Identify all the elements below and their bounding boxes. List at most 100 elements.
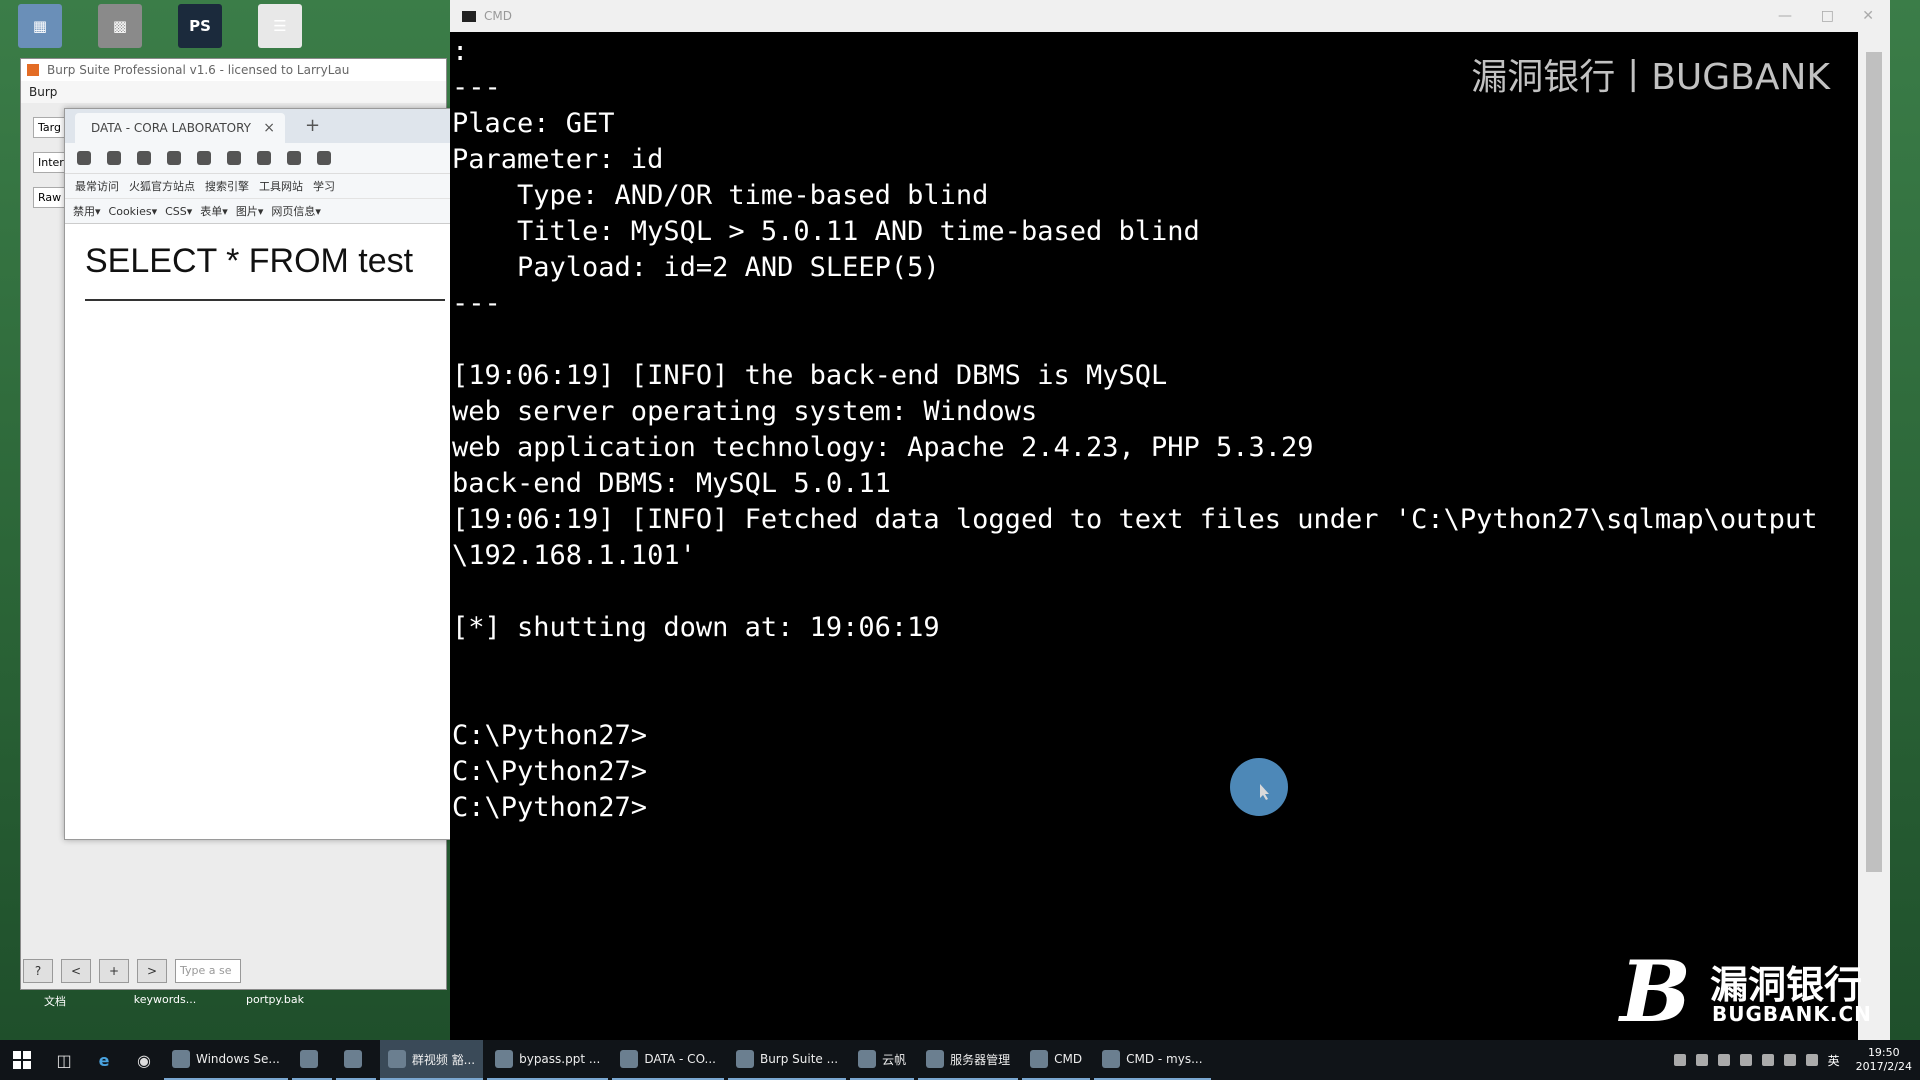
taskbar-item-label: 服务器管理 xyxy=(950,1052,1011,1067)
desktop: ▦ ▩ PS ☰ 文档 keywords... portpy.bak Burp Suite… xyxy=(0,0,1920,1040)
console-line: Payload: id=2 AND SLEEP(5) xyxy=(452,252,940,283)
taskbar-item-label: 群视频 豁... xyxy=(411,1052,476,1067)
cmd-output[interactable]: : --- Place: GET Parameter: id Type: AND/OR… xyxy=(452,34,1856,1040)
sidebar-icon[interactable] xyxy=(77,151,91,165)
cmd-scrollbar[interactable] xyxy=(1858,32,1890,1040)
recycle-icon[interactable]: ▩ xyxy=(98,4,142,48)
bookmark-item[interactable]: 搜索引擎 xyxy=(205,178,249,194)
burp-menu-bar[interactable]: Burp xyxy=(21,81,446,103)
taskbar-item[interactable]: bypass.ppt ... xyxy=(487,1040,609,1080)
scrollbar-thumb[interactable] xyxy=(1866,52,1882,872)
start-button[interactable] xyxy=(0,1040,44,1080)
hackbar-menu[interactable]: 图片▾ xyxy=(236,203,264,219)
console-line: [*] shutting down at: 19:06:19 xyxy=(452,612,940,643)
close-tab-icon[interactable]: × xyxy=(263,113,275,143)
help-button[interactable]: ? xyxy=(23,959,53,983)
desktop-shortcut-label: keywords... xyxy=(133,993,197,1006)
taskbar-item[interactable]: CMD - mys... xyxy=(1094,1040,1211,1080)
browser-tab[interactable]: DATA - CORA LABORATORY × xyxy=(75,113,285,143)
taskbar-item[interactable] xyxy=(335,1040,376,1080)
hackbar-menu[interactable]: CSS▾ xyxy=(165,205,192,218)
new-tab-button[interactable]: + xyxy=(305,115,320,136)
bookmark-item[interactable]: 学习 xyxy=(313,178,335,194)
burp-title-bar[interactable]: Burp Suite Professional v1.6 - licensed … xyxy=(21,59,446,81)
previous-button[interactable]: < xyxy=(61,959,91,983)
globe-icon[interactable] xyxy=(257,151,271,165)
tray-icon[interactable] xyxy=(1717,1054,1730,1066)
sql-query-text: SELECT * FROM test xyxy=(85,242,414,280)
edge-icon[interactable]: e xyxy=(84,1040,124,1080)
tray-icon[interactable] xyxy=(1739,1054,1752,1066)
task-view-icon[interactable]: ◫ xyxy=(44,1040,84,1080)
console-line: web server operating system: Windows xyxy=(452,396,1038,427)
taskbar-item[interactable]: 云帆 xyxy=(850,1040,915,1080)
bookmark-item[interactable]: 最常访问 xyxy=(75,178,119,194)
console-line: back-end DBMS: MySQL 5.0.11 xyxy=(452,468,891,499)
bookmark-item[interactable]: 工具网站 xyxy=(259,178,303,194)
ime-indicator[interactable]: 英 xyxy=(1828,1052,1840,1069)
cmd-icon xyxy=(462,11,476,22)
desktop-top-icons: ▦ ▩ PS ☰ xyxy=(18,4,302,48)
cmd-window[interactable]: CMD — □ ✕ : --- Place: GET Parameter: id Ty… xyxy=(450,0,1890,1040)
home-icon[interactable] xyxy=(107,151,121,165)
hackbar-menu[interactable]: 禁用▾ xyxy=(73,203,101,219)
tray-icon[interactable] xyxy=(1695,1054,1708,1066)
history-icon[interactable] xyxy=(227,151,241,165)
shield-icon[interactable] xyxy=(317,151,331,165)
taskbar-item-label: DATA - CO... xyxy=(644,1052,716,1066)
console-line: C:\Python27> xyxy=(452,792,648,823)
hackbar-menu[interactable]: 表单▾ xyxy=(200,203,228,219)
taskbar-item-label: CMD - mys... xyxy=(1126,1052,1203,1066)
next-button[interactable]: > xyxy=(137,959,167,983)
network-icon[interactable] xyxy=(1783,1054,1796,1066)
bookmark-item[interactable]: 火狐官方站点 xyxy=(129,178,195,194)
firefox-window[interactable]: DATA - CORA LABORATORY × + 最常访问 火狐官方站点 搜索引… xyxy=(64,108,452,840)
tray-icon[interactable] xyxy=(1761,1054,1774,1066)
hackbar-menu[interactable]: Cookies▾ xyxy=(109,205,158,218)
console-line: [19:06:19] [INFO] Fetched data logged to… xyxy=(452,504,1818,535)
tray-icon[interactable] xyxy=(1673,1054,1686,1066)
taskbar-item[interactable]: 群视频 豁... xyxy=(379,1040,484,1080)
volume-icon[interactable] xyxy=(1805,1054,1818,1066)
cmd-title-bar[interactable]: CMD — □ ✕ xyxy=(450,0,1890,32)
taskbar-item[interactable]: 服务器管理 xyxy=(918,1040,1019,1080)
maximize-icon[interactable]: □ xyxy=(1821,0,1834,32)
taskbar-item[interactable]: Burp Suite ... xyxy=(727,1040,847,1080)
burp-menu-item[interactable]: Burp xyxy=(29,85,57,99)
console-line: web application technology: Apache 2.4.2… xyxy=(452,432,1314,463)
app-icon xyxy=(172,1050,190,1068)
console-line: [19:06:19] [INFO] the back-end DBMS is M… xyxy=(452,360,1168,391)
computer-icon[interactable]: ▦ xyxy=(18,4,62,48)
addon-icon[interactable] xyxy=(197,151,211,165)
mouse-cursor-highlight xyxy=(1230,758,1288,816)
sync-icon[interactable] xyxy=(287,151,301,165)
close-icon[interactable]: ✕ xyxy=(1862,0,1874,32)
burp-search-input[interactable]: Type a se xyxy=(175,959,241,983)
app-icon xyxy=(620,1050,639,1068)
taskbar-item[interactable]: CMD xyxy=(1022,1040,1091,1080)
clock[interactable]: 19:50 2017/2/24 xyxy=(1856,1046,1912,1074)
add-button[interactable]: + xyxy=(99,959,129,983)
download-icon[interactable] xyxy=(137,151,151,165)
minimize-icon[interactable]: — xyxy=(1778,0,1792,32)
browser-icon[interactable]: ◉ xyxy=(124,1040,164,1080)
document-icon[interactable]: ☰ xyxy=(258,4,302,48)
watermark-top: 漏洞银行丨BUGBANK xyxy=(1471,57,1830,98)
screenshot-icon[interactable] xyxy=(167,151,181,165)
app-icon xyxy=(495,1050,514,1068)
photoshop-icon[interactable]: PS xyxy=(178,4,222,48)
app-icon xyxy=(858,1050,877,1068)
console-line: C:\Python27> xyxy=(452,756,648,787)
taskbar-item[interactable]: DATA - CO... xyxy=(612,1040,724,1080)
hackbar-menu[interactable]: 网页信息▾ xyxy=(271,203,321,219)
taskbar-item-label: 云帆 xyxy=(882,1052,907,1067)
taskbar-item[interactable] xyxy=(291,1040,332,1080)
console-line: C:\Python27> xyxy=(452,720,648,751)
console-line: Title: MySQL > 5.0.11 AND time-based bli… xyxy=(452,216,1200,247)
taskbar-item[interactable]: Windows Se... xyxy=(164,1040,288,1080)
console-line: Type: AND/OR time-based blind xyxy=(452,180,989,211)
desktop-shortcut-label: portpy.bak xyxy=(245,993,305,1006)
